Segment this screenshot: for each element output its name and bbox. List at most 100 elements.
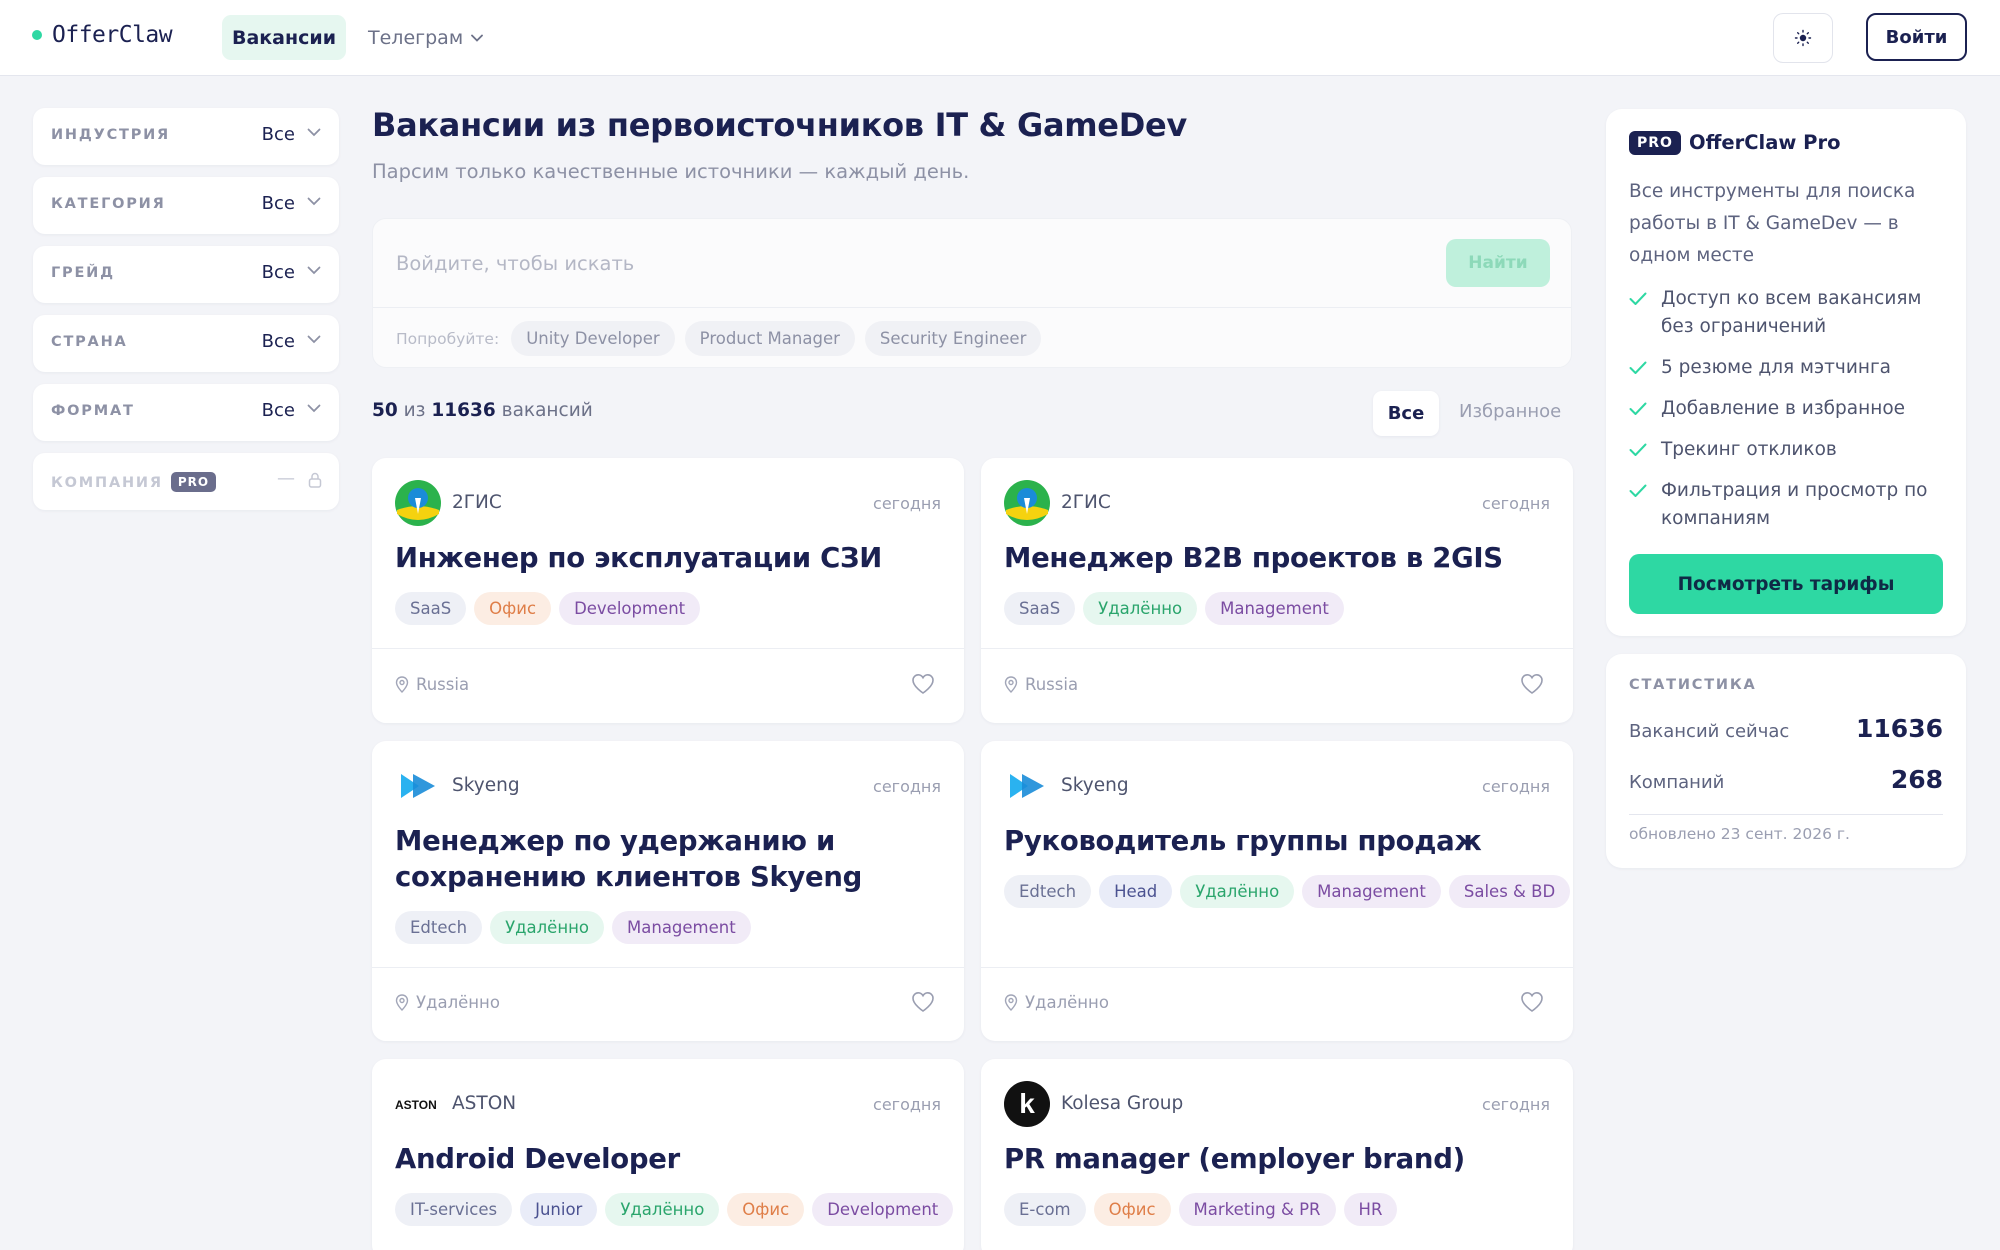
tag: Удалённо: [490, 911, 605, 944]
job-title[interactable]: PR manager (employer brand): [1004, 1141, 1549, 1177]
company-name: 2ГИС: [452, 492, 502, 513]
chevron-down-icon: [307, 335, 321, 344]
filter-value: Все: [261, 124, 295, 145]
logo-text: OfferClaw: [52, 22, 173, 48]
check-icon: [1629, 402, 1647, 415]
pro-title: OfferClaw Pro: [1689, 131, 1841, 154]
tag: SaaS: [395, 592, 467, 625]
tag: Development: [812, 1193, 954, 1226]
logo-dot: [32, 30, 42, 40]
suggestion-chip[interactable]: Unity Developer: [511, 321, 675, 356]
company-name: Kolesa Group: [1061, 1093, 1184, 1114]
tag: Офис: [727, 1193, 805, 1226]
location-pin-icon: [1004, 994, 1018, 1011]
favorite-heart-icon[interactable]: [1520, 991, 1544, 1013]
page-title: Вакансии из первоисточников IT & GameDev: [372, 106, 1187, 144]
favorite-heart-icon[interactable]: [1520, 673, 1544, 695]
suggestion-chip[interactable]: Product Manager: [684, 321, 855, 356]
search-panel: Найти Попробуйте: Unity Developer Produc…: [372, 218, 1572, 368]
suggestions-row: Попробуйте: Unity Developer Product Mana…: [396, 321, 1051, 356]
suggestion-chip[interactable]: Security Engineer: [864, 321, 1042, 356]
divider: [981, 967, 1573, 968]
filter-label: Страна: [51, 334, 128, 350]
stat-label: Компаний: [1629, 772, 1725, 793]
job-card[interactable]: 2ГИС сегодня Инженер по эксплуатации СЗИ…: [372, 458, 964, 723]
tag: SaaS: [1004, 592, 1076, 625]
skyeng-logo-icon: [401, 774, 435, 798]
job-card[interactable]: ASTON ASTON сегодня Android Developer IT…: [372, 1059, 964, 1250]
pro-badge: PRO: [170, 472, 217, 492]
tag-list: SaaS Удалённо Management: [1004, 592, 1352, 625]
filter-industry[interactable]: Индустрия Все: [33, 108, 339, 165]
2gis-logo-icon: [395, 480, 441, 526]
search-button[interactable]: Найти: [1446, 239, 1550, 287]
job-card[interactable]: 2ГИС сегодня Менеджер B2B проектов в 2GI…: [981, 458, 1573, 723]
job-title[interactable]: Менеджер B2B проектов в 2GIS: [1004, 540, 1549, 576]
stat-value: 11636: [1856, 714, 1943, 743]
filter-category[interactable]: Категория Все: [33, 177, 339, 234]
favorite-heart-icon[interactable]: [911, 673, 935, 695]
2gis-logo-icon: [1004, 480, 1050, 526]
view-plans-button[interactable]: Посмотреть тарифы: [1629, 554, 1943, 614]
filter-grade[interactable]: Грейд Все: [33, 246, 339, 303]
job-title[interactable]: Руководитель группы продаж: [1004, 823, 1549, 859]
filter-value: —: [277, 468, 295, 489]
tag: Management: [1302, 875, 1441, 908]
job-location: Russia: [1004, 675, 1078, 694]
tag: Удалённо: [605, 1193, 720, 1226]
company-name: Skyeng: [1061, 775, 1129, 796]
skyeng-logo-icon: [1010, 774, 1044, 798]
job-title[interactable]: Android Developer: [395, 1141, 940, 1177]
filter-value: Все: [261, 400, 295, 421]
filter-format[interactable]: Формат Все: [33, 384, 339, 441]
nav-telegram-dropdown[interactable]: Телеграм: [368, 15, 484, 60]
job-title[interactable]: Инженер по эксплуатации СЗИ: [395, 540, 940, 576]
tab-all[interactable]: Все: [1373, 391, 1439, 436]
posted-date: сегодня: [1482, 1095, 1550, 1114]
divider: [372, 648, 964, 649]
nav-vacancies[interactable]: Вакансии: [222, 15, 346, 60]
check-icon: [1629, 443, 1647, 456]
filter-company-locked: Компания PRO —: [33, 453, 339, 510]
pro-badge: PRO: [1629, 131, 1681, 155]
suggestions-label: Попробуйте:: [396, 329, 500, 348]
company-name: ASTON: [452, 1093, 517, 1114]
stats-card: СТАТИСТИКА Вакансий сейчас 11636 Компани…: [1606, 654, 1966, 868]
divider: [372, 967, 964, 968]
tag: HR: [1343, 1193, 1398, 1226]
favorite-heart-icon[interactable]: [911, 991, 935, 1013]
posted-date: сегодня: [873, 1095, 941, 1114]
stat-vacancies: Вакансий сейчас 11636: [1629, 714, 1943, 743]
search-input[interactable]: [373, 219, 1571, 307]
filter-country[interactable]: Страна Все: [33, 315, 339, 372]
filter-label: Компания PRO: [51, 472, 217, 492]
pro-promo-card: PRO OfferClaw Pro Все инструменты для по…: [1606, 109, 1966, 636]
tag: Management: [612, 911, 751, 944]
tag-list: Edtech Удалённо Management: [395, 911, 759, 944]
chevron-down-icon: [307, 266, 321, 275]
job-card[interactable]: k Kolesa Group сегодня PR manager (emplo…: [981, 1059, 1573, 1250]
filter-value: Все: [261, 331, 295, 352]
top-header: OfferClaw Вакансии Телеграм Войти: [0, 0, 2000, 76]
tag: Marketing & PR: [1178, 1193, 1336, 1226]
logo[interactable]: OfferClaw: [32, 22, 173, 48]
job-title[interactable]: Менеджер по удержанию и сохранению клиен…: [395, 823, 940, 895]
posted-date: сегодня: [873, 777, 941, 796]
tab-favorites[interactable]: Избранное: [1459, 401, 1561, 422]
tag-list: SaaS Офис Development: [395, 592, 708, 625]
stat-companies: Компаний 268: [1629, 765, 1943, 794]
filter-label: Формат: [51, 403, 135, 419]
theme-toggle-button[interactable]: [1773, 13, 1833, 63]
login-button[interactable]: Войти: [1866, 13, 1967, 61]
chevron-down-icon: [307, 404, 321, 413]
filter-label: Индустрия: [51, 127, 171, 143]
job-card[interactable]: Skyeng сегодня Руководитель группы прода…: [981, 741, 1573, 1041]
job-card[interactable]: Skyeng сегодня Менеджер по удержанию и с…: [372, 741, 964, 1041]
location-pin-icon: [395, 676, 409, 693]
pro-feature: 5 резюме для мэтчинга: [1629, 354, 1949, 382]
pro-feature: Фильтрация и просмотр по компаниям: [1629, 477, 1949, 533]
divider: [373, 307, 1571, 308]
divider: [1629, 814, 1943, 815]
pro-feature-list: Доступ ко всем вакансиям без ограничений…: [1629, 285, 1949, 546]
tag-list: E-com Офис Marketing & PR HR: [1004, 1193, 1405, 1226]
